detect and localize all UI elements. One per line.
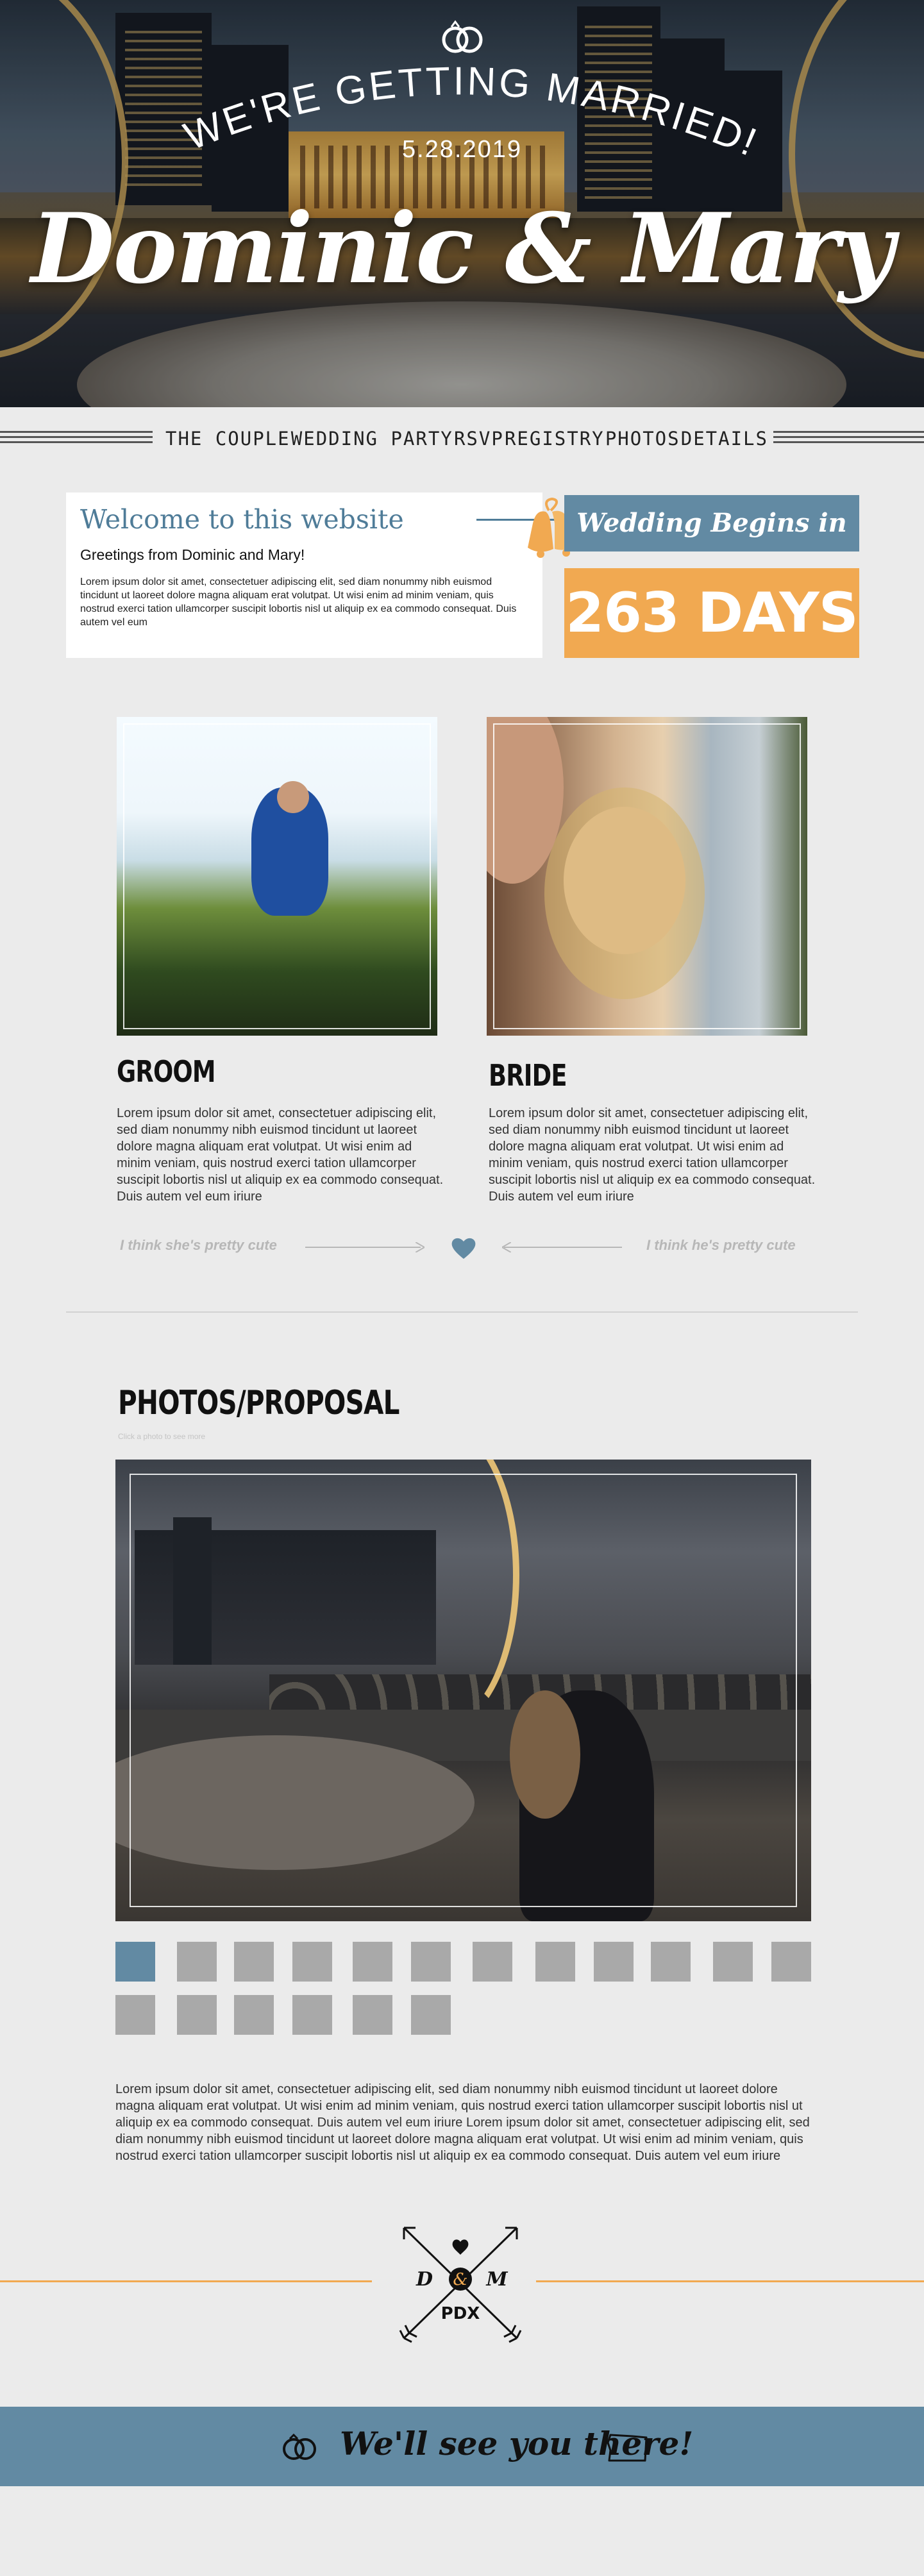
logo-initial-right: M — [485, 2268, 508, 2291]
photo-thumbnail[interactable] — [411, 1995, 451, 2035]
logo-heart-icon — [452, 2239, 469, 2255]
photo-thumbnail[interactable] — [234, 1995, 274, 2035]
section-divider — [66, 1311, 858, 1313]
welcome-card: Welcome to this website Greetings from D… — [66, 492, 592, 658]
groom-quote: I think she's pretty cute — [120, 1237, 277, 1253]
photo-thumbnail[interactable] — [594, 1942, 634, 1982]
groom-heading: GROOM — [117, 1054, 216, 1089]
welcome-title: Welcome to this website — [80, 504, 404, 535]
nav-item-registry[interactable]: REGISTRY — [505, 428, 605, 450]
couple-names: Dominic & Mary — [31, 192, 895, 305]
footer: We'll see you there! — [0, 2407, 924, 2486]
logo-initial-left: D — [416, 2268, 433, 2291]
nav-item-details[interactable]: DETAILS — [681, 428, 768, 450]
logo-ampersand: & — [453, 2270, 467, 2289]
photo-frame — [493, 723, 801, 1029]
photo-thumbnail[interactable] — [353, 1942, 392, 1982]
photo-thumbnail[interactable] — [177, 1942, 217, 1982]
nav-item-photos[interactable]: PHOTOS — [605, 428, 680, 450]
photo-thumbnail[interactable] — [771, 1942, 811, 1982]
groom-photo[interactable] — [117, 717, 437, 1036]
welcome-body: Lorem ipsum dolor sit amet, consectetuer… — [80, 577, 517, 628]
photos-paragraph: Lorem ipsum dolor sit amet, consectetuer… — [115, 2082, 810, 2163]
photo-thumbnail[interactable] — [473, 1942, 512, 1982]
nav-stripes-left — [0, 431, 153, 446]
photo-thumbnail[interactable] — [651, 1942, 691, 1982]
bride-heading: BRIDE — [489, 1058, 567, 1093]
logo-city: PDX — [441, 2304, 480, 2323]
bride-bio: Lorem ipsum dolor sit amet, consectetuer… — [489, 1106, 816, 1204]
photo-frame — [123, 723, 431, 1029]
main-photo[interactable] — [115, 1460, 811, 1921]
bride-photo[interactable] — [487, 717, 807, 1036]
photos-heading: PHOTOS/PROPOSAL — [118, 1384, 400, 1422]
photo-thumbnail[interactable] — [713, 1942, 753, 1982]
photos-hint: Click a photo to see more — [118, 1432, 206, 1441]
photo-thumbnail[interactable] — [115, 1995, 155, 2035]
groom-bio: Lorem ipsum dolor sit amet, consectetuer… — [117, 1106, 444, 1204]
countdown-label: Wedding Begins in — [564, 495, 859, 551]
logo-line-right — [536, 2280, 924, 2282]
bride-quote: I think he's pretty cute — [646, 1237, 796, 1253]
nav-stripes-right — [773, 431, 924, 446]
welcome-greeting: Greetings from Dominic and Mary! — [80, 546, 305, 563]
nav-item-the-couple[interactable]: THE COUPLE — [165, 428, 290, 450]
photo-frame — [130, 1474, 797, 1907]
groom-arrow-head — [416, 1242, 424, 1252]
bride-arrow — [504, 1247, 622, 1248]
main-nav: THE COUPLE WEDDING PARTY RSVP REGISTRY P… — [0, 428, 924, 450]
hero-announcement-arc: WE'RE GETTING MARRIED! — [178, 59, 762, 165]
monogram-logo: & D M PDX — [399, 2227, 522, 2343]
rings-icon — [283, 2434, 316, 2460]
wedding-date: 5.28.2019 — [401, 136, 523, 163]
photo-thumbnail[interactable] — [292, 1995, 332, 2035]
nav-item-rsvp[interactable]: RSVP — [454, 428, 504, 450]
countdown-value: 263 DAYS — [564, 568, 859, 658]
photo-thumbnail[interactable] — [411, 1942, 451, 1982]
logo-line-left — [0, 2280, 372, 2282]
oregon-state-icon — [607, 2434, 648, 2462]
groom-arrow — [305, 1247, 421, 1248]
photo-thumbnail[interactable] — [115, 1942, 155, 1982]
photo-thumbnail[interactable] — [535, 1942, 575, 1982]
photo-thumbnail[interactable] — [234, 1942, 274, 1982]
photo-thumbnail[interactable] — [353, 1995, 392, 2035]
nav-links: THE COUPLE WEDDING PARTY RSVP REGISTRY P… — [165, 428, 768, 450]
heart-icon — [451, 1238, 476, 1259]
nav-item-wedding-party[interactable]: WEDDING PARTY — [291, 428, 453, 450]
photo-thumbnail[interactable] — [292, 1942, 332, 1982]
photo-thumbnail[interactable] — [177, 1995, 217, 2035]
hero-banner: WE'RE GETTING MARRIED! 5.28.2019 Dominic… — [0, 0, 924, 407]
